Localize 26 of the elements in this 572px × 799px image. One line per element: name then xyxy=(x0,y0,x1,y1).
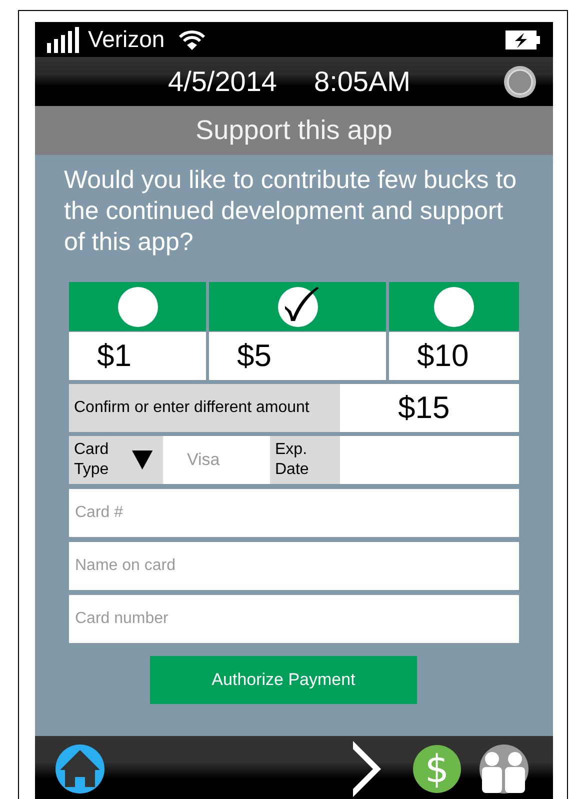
text-field[interactable]: Card # xyxy=(69,489,519,537)
radio-icon[interactable] xyxy=(433,286,475,328)
checked-radio-icon[interactable] xyxy=(276,286,318,328)
confirm-label: Confirm or enter different amount xyxy=(69,384,340,432)
card-type-dropdown[interactable]: Card Type xyxy=(69,436,163,484)
home-icon[interactable] xyxy=(55,744,105,794)
exp-date-label: Exp. Date xyxy=(270,436,340,484)
time-text: 8:05AM xyxy=(314,66,410,98)
people-icon[interactable] xyxy=(479,744,529,794)
text-field[interactable]: Card number xyxy=(69,595,519,643)
radio-icon[interactable] xyxy=(116,286,158,328)
card-type-field[interactable]: Visa xyxy=(163,436,270,484)
carrier-name: Verizon xyxy=(88,26,165,53)
support-prompt: Would you like to contribute few bucks to the continued development and support of this app? xyxy=(64,165,518,258)
dropdown-arrow-icon xyxy=(132,448,153,472)
text-field[interactable]: Name on card xyxy=(69,542,519,590)
amount-option[interactable]: $5 xyxy=(209,331,386,380)
battery-icon xyxy=(505,28,541,50)
amount-option[interactable]: $10 xyxy=(389,331,519,380)
chevron-right-icon[interactable] xyxy=(353,741,383,797)
amount-option[interactable]: $1 xyxy=(69,331,206,380)
card-type-label: Card Type xyxy=(74,440,110,480)
signal-icon xyxy=(47,26,80,52)
page-title: Support this app xyxy=(196,115,392,146)
wifi-icon xyxy=(178,28,205,50)
date-text: 4/5/2014 xyxy=(168,66,277,98)
